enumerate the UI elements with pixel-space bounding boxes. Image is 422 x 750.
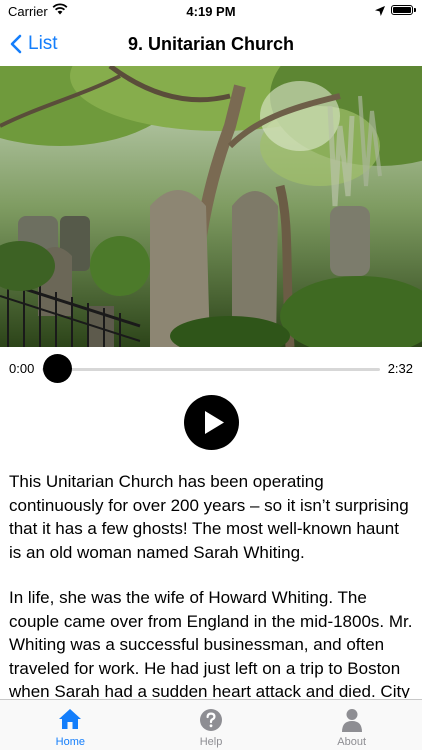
elapsed-time: 0:00 bbox=[9, 361, 35, 376]
play-icon bbox=[205, 411, 224, 434]
seek-slider-thumb[interactable] bbox=[42, 354, 72, 383]
tab-about-label: About bbox=[337, 736, 367, 748]
status-bar: Carrier 4:19 PM bbox=[0, 0, 422, 22]
location-arrow-icon bbox=[375, 4, 385, 19]
tab-home-label: Home bbox=[55, 736, 85, 748]
help-icon bbox=[199, 708, 223, 737]
tab-about[interactable]: About bbox=[281, 700, 422, 750]
play-button[interactable] bbox=[184, 395, 239, 450]
status-time: 4:19 PM bbox=[186, 4, 236, 19]
paragraph: This Unitarian Church has been operating… bbox=[9, 472, 409, 562]
tab-help[interactable]: Help bbox=[141, 700, 282, 750]
tab-home[interactable]: Home bbox=[0, 700, 141, 750]
tab-bar: Home Help About bbox=[0, 699, 422, 750]
paragraph: In life, she was the wife of Howard Whit… bbox=[9, 588, 413, 698]
home-icon bbox=[58, 708, 82, 735]
navigation-bar: List 9. Unitarian Church bbox=[0, 22, 422, 66]
page-title: 9. Unitarian Church bbox=[127, 34, 295, 54]
description-text: This Unitarian Church has been operating… bbox=[9, 470, 413, 698]
battery-icon bbox=[391, 5, 416, 15]
tab-help-label: Help bbox=[199, 736, 223, 748]
church-graveyard-photo bbox=[0, 66, 422, 347]
person-icon bbox=[341, 708, 363, 737]
progress-track[interactable] bbox=[42, 368, 380, 371]
total-duration: 2:32 bbox=[387, 361, 413, 376]
